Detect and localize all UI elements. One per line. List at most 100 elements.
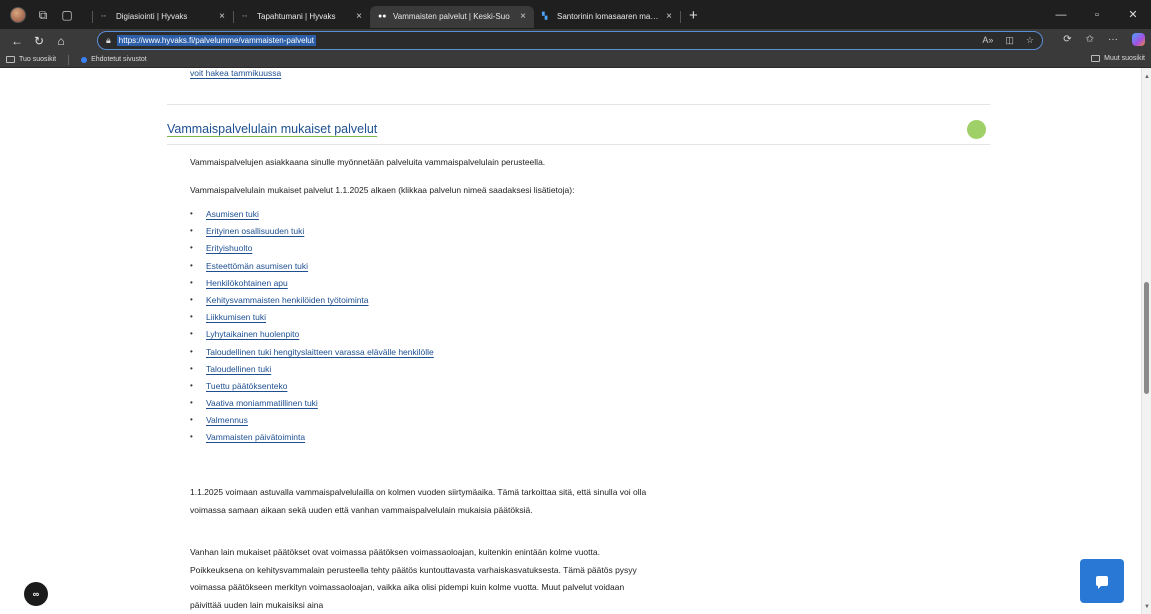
list-item: • Vammaisten päivätoiminta [190,432,434,449]
service-link[interactable]: Erityishuolto [206,243,252,253]
toolbar-right: ⟳ ✩ ··· [1063,33,1145,46]
accessibility-widget-button[interactable]: ∞ [24,582,48,606]
list-item: • Esteettömän asumisen tuki [190,261,434,278]
restore-icon[interactable]: ▫ [1079,0,1115,29]
service-link[interactable]: Liikkumisen tuki [206,312,266,322]
service-link[interactable]: Erityinen osallisuuden tuki [206,226,304,236]
list-item: • Liikkumisen tuki [190,312,434,329]
service-link[interactable]: Esteettömän asumisen tuki [206,261,308,271]
hyvaks-favicon-icon: ●● [378,13,387,20]
list-item: • Erityishuolto [190,243,434,260]
tabbar-left-controls: ⧉ ▢ [0,0,92,29]
tab-label: Tapahtumani | Hyvaks [257,12,336,21]
service-link[interactable]: Valmennus [206,415,248,425]
favorite-star-icon[interactable]: ☆ [1026,35,1034,46]
bullet-icon: • [190,260,193,270]
tab-close-icon[interactable]: × [666,11,672,22]
scroll-thumb[interactable] [1144,282,1149,394]
browser-tab-bar: ⧉ ▢ ◦◦ Digiasiointi | Hyvaks × ◦◦ Tapaht… [0,0,1151,29]
tab-santorini[interactable]: ▚ Santorinin lomasaaren maanjärist × [534,6,680,28]
section-title-vammaispalvelulaki[interactable]: Vammaispalvelulain mukaiset palvelut [167,122,377,136]
other-favorites[interactable]: Muut suosikit [1091,55,1145,62]
copilot-icon[interactable] [1132,33,1145,46]
lock-icon[interactable]: 🔒︎ [106,35,111,46]
back-icon[interactable]: ← [6,34,28,48]
scroll-down-icon[interactable]: ▼ [1144,604,1150,610]
url-field[interactable]: 🔒︎ https://www.hyvaks.fi/palvelumme/vamm… [97,31,1043,50]
scroll-up-icon[interactable]: ▲ [1144,74,1150,80]
service-link[interactable]: Taloudellinen tuki hengityslaitteen vara… [206,347,434,357]
favorites-bar: Tuo suosikit Ehdotetut sivustot Muut suo… [0,52,1151,68]
page-viewport: voit hakea tammikuussa Vammaispalvelulai… [0,68,1141,614]
extensions-icon[interactable]: ⟳ [1063,34,1071,45]
list-item: • Vaativa moniammatillinen tuki [190,398,434,415]
other-favorites-label: Muut suosikit [1104,55,1145,62]
tab-label: Vammaisten palvelut | Keski-Suo [393,12,510,21]
minimize-icon[interactable]: — [1043,0,1079,29]
home-icon[interactable]: ⌂ [50,34,72,48]
list-item: • Erityinen osallisuuden tuki [190,226,434,243]
favorites-item-label: Ehdotetut sivustot [91,56,147,63]
service-link[interactable]: Tuettu päätöksenteko [206,381,287,391]
favorites-icon[interactable]: ✩ [1086,34,1094,45]
services-list: • Asumisen tuki • Erityinen osallisuuden t… [190,209,434,450]
link-icon: ∞ [32,589,40,599]
transition-paragraph-1: 1.1.2025 voimaan astuvalla vammaispalvel… [190,487,647,515]
chat-button[interactable] [1080,559,1124,603]
service-link[interactable]: Asumisen tuki [206,209,259,219]
list-item: • Lyhytaikainen huolenpito [190,329,434,346]
intro-text: Vammaispalvelujen asiakkaana sinulle myö… [190,157,546,167]
bullet-icon: • [190,329,193,339]
tab-close-icon[interactable]: × [520,11,526,22]
split-screen-icon[interactable]: ◫ [1005,35,1014,46]
tab-close-icon[interactable]: × [219,11,225,22]
bullet-icon: • [190,415,193,425]
refresh-icon[interactable]: ↻ [28,34,50,48]
window-controls: — ▫ ✕ [1043,0,1151,29]
tab-actions-icon[interactable]: ▢ [60,9,74,21]
services-intro-text: Vammaispalvelulain mukaiset palvelut 1.1… [190,185,575,195]
divider [167,144,990,145]
list-item: • Valmennus [190,415,434,432]
service-link[interactable]: Vaativa moniammatillinen tuki [206,398,318,408]
tab-label: Santorinin lomasaaren maanjärist [557,12,661,21]
service-link[interactable]: Vammaisten päivätoiminta [206,432,305,442]
divider [167,104,990,105]
service-link[interactable]: Taloudellinen tuki [206,364,271,374]
read-aloud-icon[interactable]: A» [982,35,993,46]
list-item: • Taloudellinen tuki [190,364,434,381]
page-scrollbar[interactable]: ▲ ▼ [1141,68,1151,614]
folder-icon [6,56,15,63]
list-item: • Henkilökohtainen apu [190,278,434,295]
hyvaks-favicon-icon: ◦◦ [101,13,106,20]
bullet-icon: • [190,226,193,236]
bullet-icon: • [190,380,193,390]
tab-vammaisten-palvelut[interactable]: ●● Vammaisten palvelut | Keski-Suo × [370,5,534,28]
profile-avatar[interactable] [10,6,26,23]
close-window-icon[interactable]: ✕ [1115,0,1151,29]
bullet-icon: • [190,294,193,304]
more-icon[interactable]: ··· [1108,34,1118,45]
workspaces-icon[interactable]: ⧉ [36,9,50,21]
hyvaks-favicon-icon: ◦◦ [242,13,247,20]
list-item: • Kehitysvammaisten henkilöiden työtoimin… [190,295,434,312]
bullet-icon: • [190,209,193,218]
service-link[interactable]: Lyhytaikainen huolenpito [206,329,299,339]
favorites-import[interactable]: Tuo suosikit [0,56,56,63]
tab-close-icon[interactable]: × [356,11,362,22]
previous-item-link[interactable]: voit hakea tammikuussa [190,68,281,78]
tab-label: Digiasiointi | Hyvaks [116,12,188,21]
tab-separator [680,10,681,23]
tab-digiasiointi[interactable]: ◦◦ Digiasiointi | Hyvaks × [93,6,233,28]
bullet-icon: • [190,398,193,408]
new-tab-icon[interactable]: + [689,7,698,24]
tab-tapahtumani[interactable]: ◦◦ Tapahtumani | Hyvaks × [234,6,370,28]
service-link[interactable]: Kehitysvammaisten henkilöiden työtoimint… [206,295,369,305]
list-item: • Asumisen tuki [190,209,434,226]
accordion-toggle-icon[interactable] [967,120,986,139]
service-link[interactable]: Henkilökohtainen apu [206,278,288,288]
bullet-icon: • [190,363,193,373]
favorites-suggested[interactable]: Ehdotetut sivustot [69,56,147,63]
chat-bubble-icon [1096,576,1108,589]
url-text[interactable]: https://www.hyvaks.fi/palvelumme/vammais… [116,35,316,46]
